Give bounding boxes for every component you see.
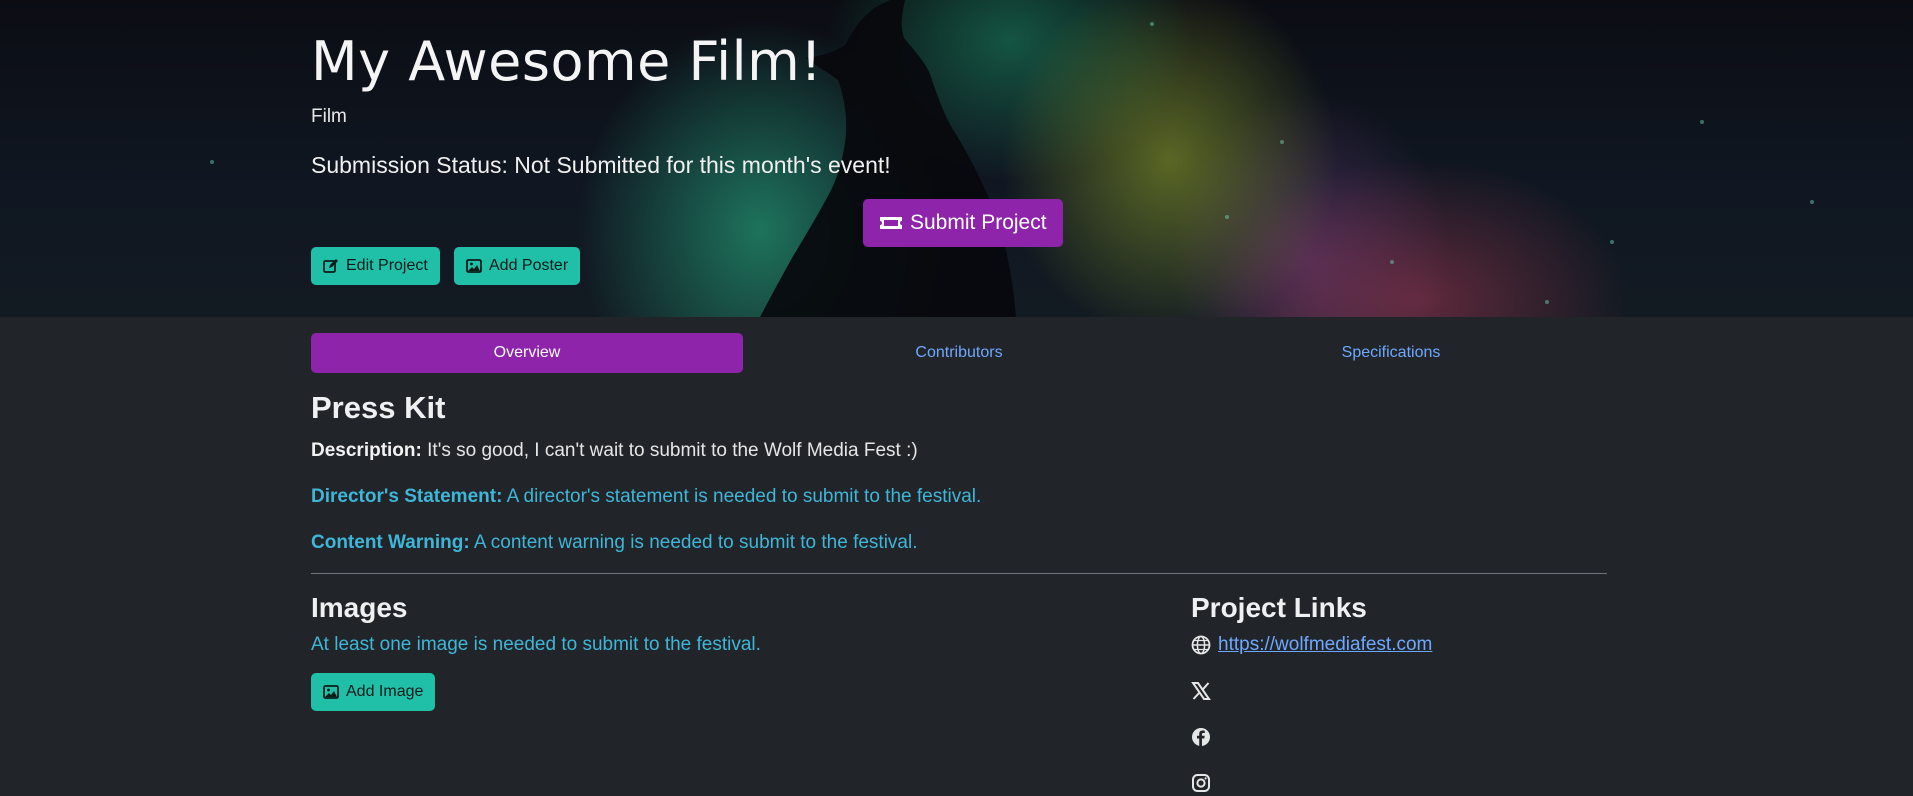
website-link[interactable]: https://wolfmediafest.com [1218,634,1432,656]
globe-icon [1191,635,1211,655]
images-heading: Images [311,592,408,623]
hero-banner: My Awesome Film! Film Submission Status:… [0,0,1913,317]
add-poster-label: Add Poster [489,257,569,274]
description-label: Description: [311,440,422,461]
submit-project-label: Submit Project [910,211,1047,234]
content-warning-label: Content Warning: [311,532,470,553]
directors-statement-label: Director's Statement: [311,486,503,507]
instagram-icon[interactable] [1191,773,1211,793]
directors-statement-line: Director's Statement: A director's state… [311,486,981,508]
description-value: It's so good, I can't wait to submit to … [427,440,918,461]
project-tabs: Overview Contributors Specifications [311,333,1607,373]
tab-contributors[interactable]: Contributors [743,333,1175,373]
edit-project-button[interactable]: Edit Project [311,247,440,285]
project-links-heading: Project Links [1191,592,1367,623]
ticket-icon [880,217,902,229]
description-line: Description: It's so good, I can't wait … [311,440,918,462]
add-image-button[interactable]: Add Image [311,673,436,711]
project-type: Film [311,106,347,127]
x-link-row[interactable] [1191,680,1432,702]
facebook-icon[interactable] [1191,727,1211,747]
submission-status: Submission Status: Not Submitted for thi… [311,152,891,178]
instagram-link-row[interactable] [1191,772,1432,794]
add-poster-button[interactable]: Add Poster [454,247,581,285]
content-warning-value: A content warning is needed to submit to… [473,532,918,553]
images-section: Images At least one image is needed to s… [311,592,761,711]
press-kit-section: Press Kit Description: It's so good, I c… [311,390,1607,574]
directors-statement-value: A director's statement is needed to subm… [506,486,982,507]
section-divider [311,573,1607,574]
x-icon[interactable] [1191,681,1211,701]
project-title: My Awesome Film! [311,30,823,93]
image-icon [323,685,339,699]
tab-specifications[interactable]: Specifications [1175,333,1607,373]
project-links-section: Project Links https://wolfmediafest.com [1191,592,1432,794]
edit-project-label: Edit Project [346,257,428,274]
edit-icon [323,259,338,273]
images-warning: At least one image is needed to submit t… [311,634,761,655]
facebook-link-row[interactable] [1191,726,1432,748]
tab-overview[interactable]: Overview [311,333,743,373]
website-link-row: https://wolfmediafest.com [1191,634,1432,656]
content-warning-line: Content Warning: A content warning is ne… [311,532,918,554]
submit-project-button[interactable]: Submit Project [863,199,1063,247]
image-icon [466,259,482,273]
add-image-label: Add Image [346,683,424,700]
press-kit-heading: Press Kit [311,390,446,425]
